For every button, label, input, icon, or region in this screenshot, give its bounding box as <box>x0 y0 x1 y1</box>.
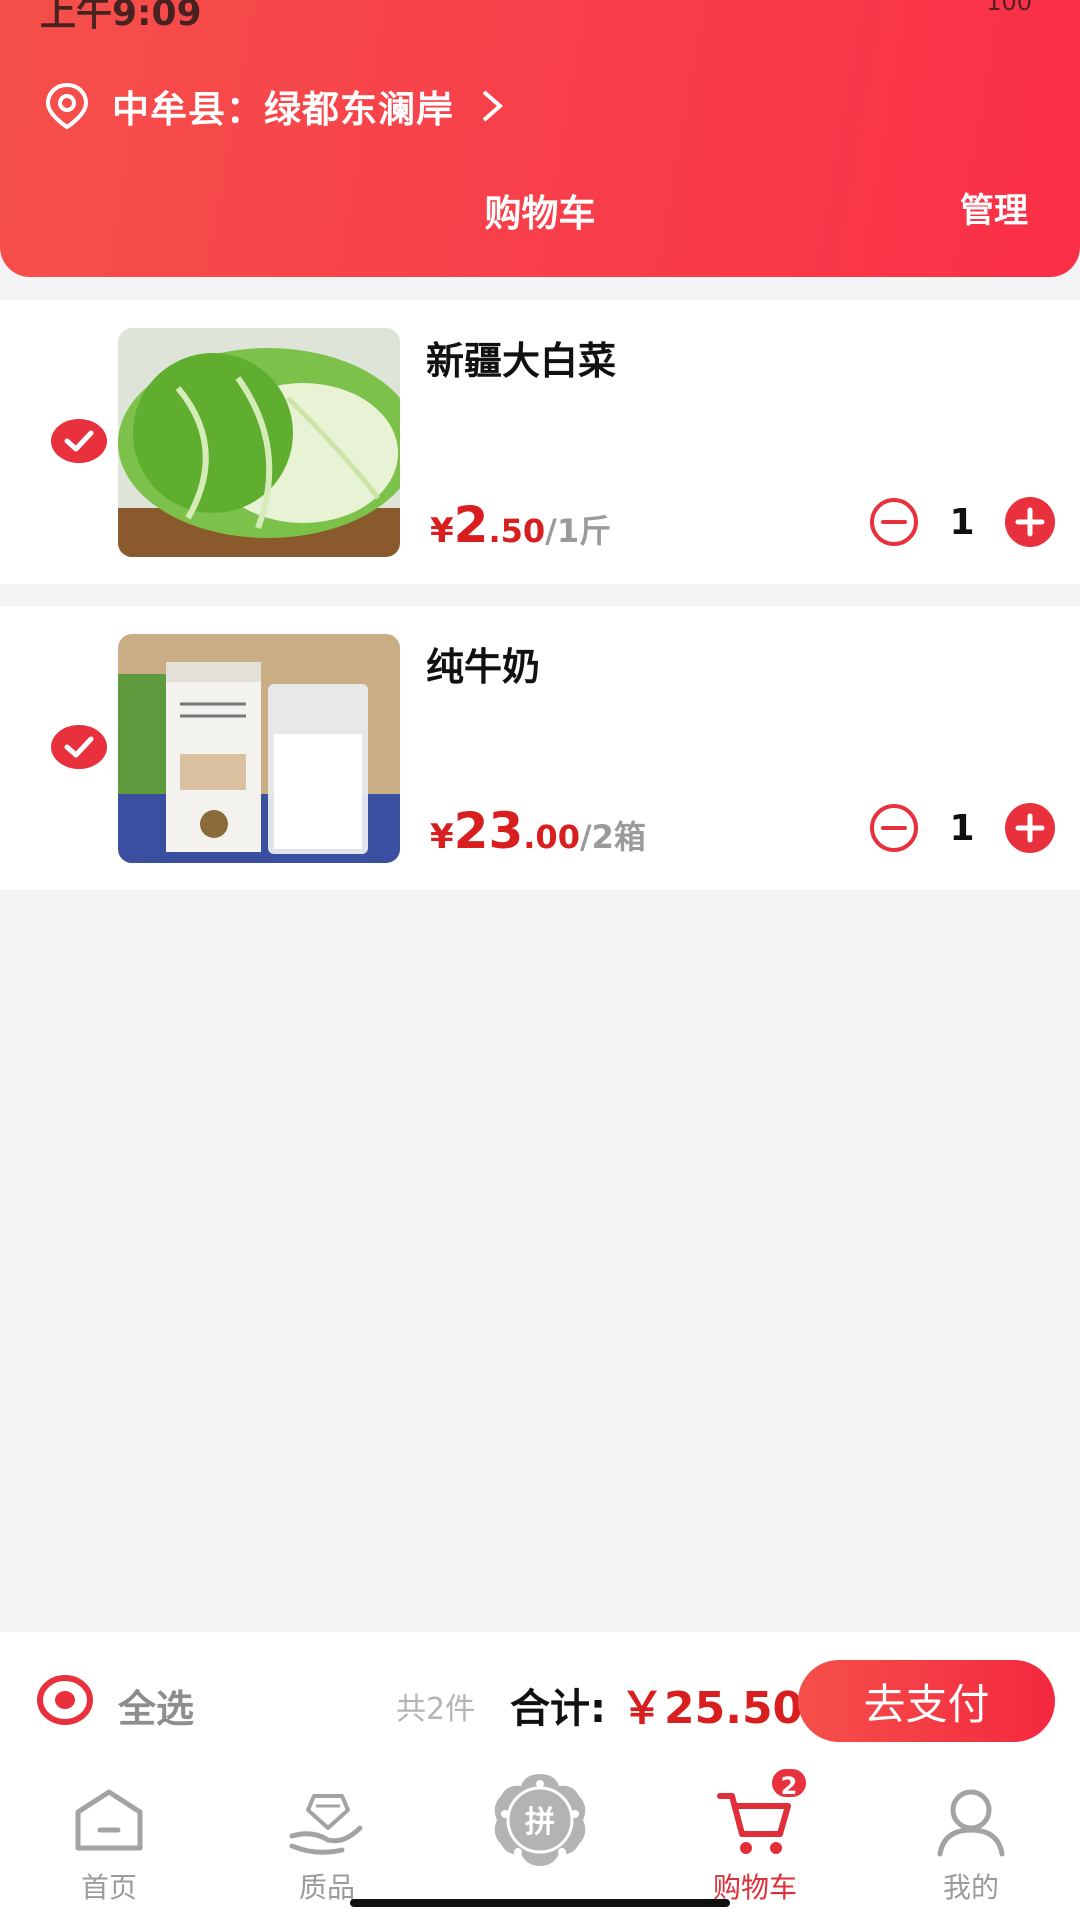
price-integer: 2 <box>453 496 489 554</box>
product-price: ¥23.00/2箱 <box>430 802 646 860</box>
price-unit: /1斤 <box>545 512 612 550</box>
product-image-milk[interactable] <box>118 634 400 863</box>
price-unit: /2箱 <box>579 818 646 856</box>
select-all-radio-icon[interactable] <box>36 1674 94 1726</box>
header: 上午9:09 100 中牟县：绿都东澜岸 购物车 管理 <box>0 0 1080 277</box>
group-buy-icon: 拼 <box>494 1774 586 1866</box>
home-icon <box>75 1789 143 1851</box>
pay-button[interactable]: 去支付 <box>798 1660 1055 1742</box>
item-checked-icon[interactable] <box>50 418 108 464</box>
total-label: 合计: <box>510 1686 606 1732</box>
location-pin-icon <box>45 82 89 130</box>
item-checked-icon[interactable] <box>50 724 108 770</box>
product-image-cabbage[interactable] <box>118 328 400 557</box>
tab-label: 首页 <box>80 1871 137 1904</box>
manage-button[interactable]: 管理 <box>960 183 1028 232</box>
item-count: 共2件 <box>396 1692 476 1727</box>
product-name: 新疆大白菜 <box>426 339 617 383</box>
tab-cart[interactable]: 2 购物车 <box>695 1766 815 1920</box>
location-selector[interactable]: 中牟县：绿都东澜岸 <box>42 78 506 134</box>
checkout-bar: 全选 共2件 合计: ￥25.50 去支付 <box>0 1632 1080 1768</box>
total-value: ￥25.50 <box>620 1683 804 1734</box>
cart-item: 纯牛奶 ¥23.00/2箱 1 <box>0 606 1080 890</box>
cart-item: 新疆大白菜 ¥2.50/1斤 1 <box>0 300 1080 584</box>
minus-circle-icon[interactable] <box>868 802 920 854</box>
price-decimal: .50 <box>488 512 546 550</box>
tab-label: 我的 <box>942 1871 999 1904</box>
price-decimal: .00 <box>523 818 580 856</box>
tab-home[interactable]: 首页 <box>49 1768 169 1920</box>
price-integer: 23 <box>453 802 524 860</box>
page-title: 购物车 <box>484 192 596 235</box>
product-name: 纯牛奶 <box>426 645 541 689</box>
plus-circle-icon[interactable] <box>1004 496 1056 548</box>
select-all-label[interactable]: 全选 <box>118 1678 194 1733</box>
group-buy-label: 拼 <box>525 1805 555 1840</box>
minus-circle-icon[interactable] <box>868 496 920 548</box>
price-currency: ¥ <box>430 817 454 857</box>
battery-icon: 100 <box>986 0 1032 16</box>
tab-quality[interactable]: 质品 <box>267 1768 387 1920</box>
quality-hand-icon <box>289 1794 363 1855</box>
cart-count-badge: 2 <box>769 1766 809 1800</box>
home-indicator[interactable] <box>350 1899 730 1907</box>
status-battery: 100 <box>986 0 1032 16</box>
quantity-value: 1 <box>949 501 975 543</box>
tab-profile[interactable]: 我的 <box>911 1768 1031 1920</box>
chevron-right-icon <box>482 90 504 122</box>
user-icon <box>937 1789 1005 1857</box>
price-currency: ¥ <box>430 511 454 551</box>
quantity-value: 1 <box>949 807 975 849</box>
tab-group-buy[interactable]: 拼 <box>480 1768 600 1920</box>
tab-bar: 首页 质品 拼 2 购物车 我的 <box>0 1766 1080 1920</box>
status-time: 上午9:09 <box>40 0 202 34</box>
location-text: 中牟县：绿都东澜岸 <box>112 88 454 131</box>
quantity-stepper: 1 <box>868 496 1056 548</box>
quantity-stepper: 1 <box>868 802 1056 854</box>
plus-circle-icon[interactable] <box>1004 802 1056 854</box>
product-price: ¥2.50/1斤 <box>430 496 611 554</box>
